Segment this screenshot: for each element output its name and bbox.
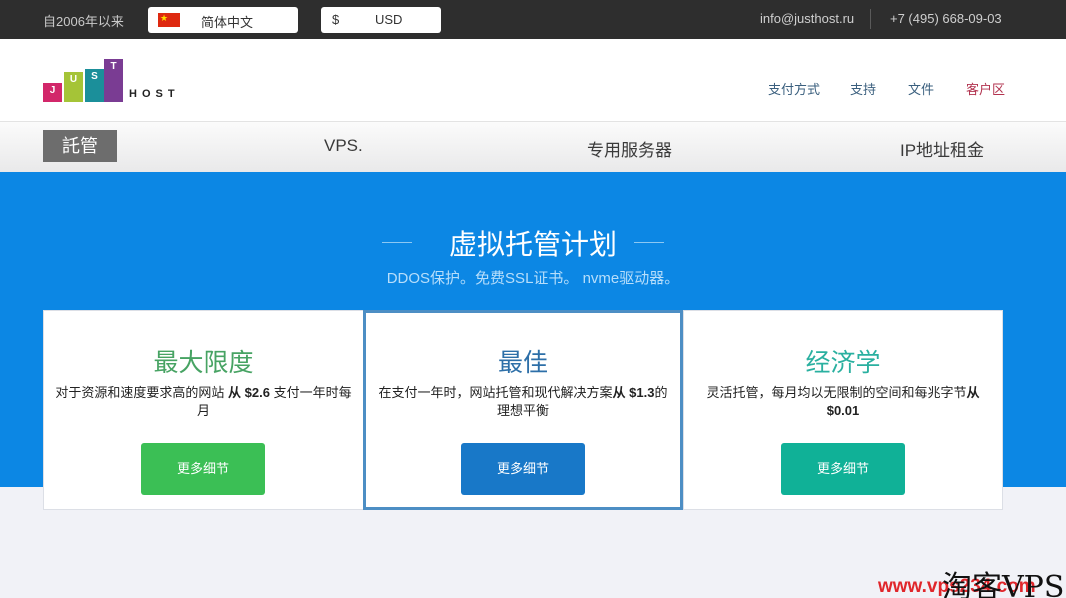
email-link[interactable]: info@justhost.ru	[760, 11, 854, 26]
currency-symbol: $	[332, 12, 340, 27]
currency-select[interactable]: $ USD	[321, 7, 441, 33]
nav-vps[interactable]: VPS.	[324, 136, 363, 156]
main-nav: 託管 VPS. 专用服务器 IP地址租金	[0, 121, 1066, 172]
watermark-brand: 淘客VPS	[942, 570, 1065, 598]
site-header: J U S T HOST 支付方式 支持 文件 客户区	[0, 39, 1066, 121]
justhost-logo[interactable]: J U S T HOST	[43, 58, 183, 102]
client-area-link[interactable]: 客户区	[966, 79, 1005, 98]
hero-title: 虚拟托管计划	[448, 229, 617, 260]
more-details-button[interactable]: 更多细节	[781, 443, 905, 495]
plan-description: 在支付一年时，网站托管和现代解决方案从 $1.3的理想平衡	[378, 385, 668, 418]
hero-subtitle: DDOS保护。免费SSL证书。 nvme驱动器。	[386, 270, 680, 287]
nav-hosting[interactable]: 託管	[43, 130, 117, 162]
phone-link[interactable]: +7 (495) 668-09-03	[890, 11, 1002, 26]
nav-ip-rental[interactable]: IP地址租金	[900, 136, 984, 161]
plan-card-optimal: 最佳 在支付一年时，网站托管和现代解决方案从 $1.3的理想平衡 更多细节	[363, 310, 683, 510]
support-link[interactable]: 支持	[850, 79, 876, 98]
more-details-button[interactable]: 更多细节	[141, 443, 265, 495]
plan-title: 经济学	[805, 349, 881, 377]
logo-letter-u: U	[64, 72, 83, 102]
language-label: 简体中文	[201, 15, 254, 30]
divider	[870, 9, 871, 29]
plan-description: 灵活托管，每月均以无限制的空间和每兆字节从 $0.01	[706, 385, 980, 418]
plan-card-maximum: 最大限度 对于资源和速度要求高的网站 从 $2.6 支付一年时每月 更多细节	[43, 310, 364, 510]
since-text: 自2006年以来	[43, 14, 124, 29]
watermark: www.vps234.com 淘客VPS	[878, 562, 1066, 598]
plan-card-economy: 经济学 灵活托管，每月均以无限制的空间和每兆字节从 $0.01 更多细节	[683, 310, 1003, 510]
plan-title: 最佳	[497, 349, 548, 377]
logo-letter-j: J	[43, 83, 62, 102]
plan-title: 最大限度	[153, 349, 254, 377]
plan-description: 对于资源和速度要求高的网站 从 $2.6 支付一年时每月	[55, 385, 352, 418]
payment-methods-link[interactable]: 支付方式	[768, 79, 820, 98]
nav-dedicated-servers[interactable]: 专用服务器	[587, 136, 672, 161]
language-select[interactable]: ★ 简体中文	[148, 7, 298, 33]
title-line-right	[634, 242, 664, 243]
logo-host-text: HOST	[129, 88, 180, 100]
top-bar: 自2006年以来 ★ 简体中文 $ USD info@justhost.ru +…	[0, 0, 1066, 39]
logo-letter-s: S	[85, 69, 104, 102]
logo-letter-t: T	[104, 59, 123, 102]
china-flag-icon: ★	[158, 13, 180, 27]
more-details-button[interactable]: 更多细节	[461, 443, 585, 495]
documents-link[interactable]: 文件	[908, 79, 934, 98]
currency-label: USD	[375, 12, 403, 27]
